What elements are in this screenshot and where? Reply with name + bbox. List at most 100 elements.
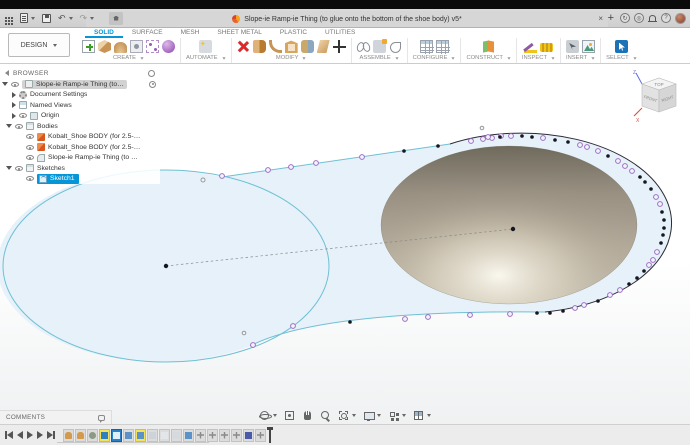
browser-item-body-1[interactable]: Kobalt_Shoe BODY (for 2.5-… bbox=[0, 132, 160, 143]
redo-button[interactable]: ↷ bbox=[80, 14, 95, 23]
display-settings-button[interactable] bbox=[363, 410, 381, 421]
browser-item-body-2[interactable]: Kobalt_Shoe BODY (for 2.5-… bbox=[0, 142, 160, 153]
orbit-button[interactable] bbox=[259, 410, 277, 421]
step-back-button[interactable] bbox=[17, 431, 23, 439]
measure-icon[interactable] bbox=[524, 40, 537, 53]
dome-center-point[interactable] bbox=[511, 227, 515, 231]
eye-icon[interactable] bbox=[15, 124, 23, 129]
play-button[interactable] bbox=[27, 431, 33, 439]
timeline-feature-move-11[interactable] bbox=[195, 429, 206, 442]
workspace-selector[interactable]: DESIGN bbox=[8, 33, 70, 57]
browser-item-document-settings[interactable]: Document Settings bbox=[0, 90, 160, 101]
expand-arrow-icon[interactable] bbox=[12, 102, 16, 108]
timeline-feature-move-13[interactable] bbox=[219, 429, 230, 442]
eye-icon[interactable] bbox=[15, 166, 23, 171]
step-forward-button[interactable] bbox=[37, 431, 43, 439]
browser-settings-gear-icon[interactable] bbox=[148, 70, 155, 77]
tab-solid[interactable]: SOLID bbox=[85, 28, 123, 38]
create-hole-icon[interactable] bbox=[130, 40, 143, 53]
eye-icon[interactable] bbox=[26, 134, 34, 139]
timeline-feature-fillet-9[interactable] bbox=[171, 429, 182, 442]
zoom-button[interactable] bbox=[320, 410, 331, 421]
select-cursor-icon[interactable] bbox=[615, 40, 628, 53]
group-label-automate[interactable]: AUTOMATE bbox=[186, 55, 226, 63]
group-label-modify[interactable]: MODIFY bbox=[276, 55, 307, 63]
eye-icon[interactable] bbox=[26, 145, 34, 150]
comments-bar[interactable]: COMMENTS bbox=[0, 410, 112, 424]
browser-item-sketch1[interactable]: Sketch1 bbox=[0, 174, 160, 185]
grids-snaps-button[interactable] bbox=[388, 410, 406, 421]
data-panel-icon[interactable] bbox=[5, 17, 7, 19]
tab-surface[interactable]: SURFACE bbox=[123, 28, 172, 38]
tab-plastic[interactable]: PLASTIC bbox=[271, 28, 316, 38]
move-icon[interactable] bbox=[333, 40, 346, 53]
job-status-icon[interactable]: ◎ bbox=[634, 13, 644, 23]
expand-arrow-icon[interactable] bbox=[6, 124, 12, 128]
eye-icon[interactable] bbox=[26, 155, 34, 160]
motion-link-icon[interactable] bbox=[389, 40, 402, 53]
browser-item-sketches[interactable]: Sketches bbox=[0, 163, 160, 174]
tab-sheet-metal[interactable]: SHEET METAL bbox=[208, 28, 271, 38]
component-activate-icon[interactable] bbox=[149, 81, 156, 88]
group-label-configure[interactable]: CONFIGURE bbox=[413, 55, 456, 63]
collapse-browser-icon[interactable] bbox=[5, 70, 9, 76]
expand-arrow-icon[interactable] bbox=[12, 92, 16, 98]
go-to-end-button[interactable] bbox=[47, 431, 55, 439]
sync-icon[interactable]: ↻ bbox=[620, 13, 630, 23]
save-button[interactable] bbox=[42, 14, 51, 23]
circle-center-point[interactable] bbox=[164, 264, 168, 268]
press-pull-icon[interactable] bbox=[253, 40, 266, 53]
group-label-create[interactable]: CREATE bbox=[113, 55, 144, 63]
timeline-feature-move-16[interactable] bbox=[255, 429, 266, 442]
offset-face-icon[interactable] bbox=[317, 40, 330, 53]
browser-item-root[interactable]: Slope-ie Ramp-ie Thing (to… bbox=[0, 79, 160, 90]
group-label-select[interactable]: SELECT bbox=[606, 55, 637, 63]
construction-plane-icon[interactable] bbox=[482, 40, 495, 53]
browser-item-origin[interactable]: Origin bbox=[0, 111, 160, 122]
fit-button[interactable] bbox=[338, 410, 356, 421]
interference-icon[interactable] bbox=[540, 43, 553, 52]
joint-icon[interactable] bbox=[357, 40, 370, 53]
home-icon[interactable] bbox=[109, 12, 123, 25]
configuration-table-icon[interactable] bbox=[420, 40, 433, 53]
create-form-icon[interactable] bbox=[114, 42, 127, 53]
browser-item-bodies[interactable]: Bodies bbox=[0, 121, 160, 132]
expand-arrow-icon[interactable] bbox=[2, 82, 8, 86]
expand-arrow-icon[interactable] bbox=[6, 166, 12, 170]
new-tab-button[interactable]: + bbox=[608, 13, 614, 24]
timeline-feature-sphere-2[interactable] bbox=[87, 429, 98, 442]
automate-icon[interactable] bbox=[199, 40, 212, 53]
pan-button[interactable] bbox=[302, 410, 313, 421]
notifications-bell-icon[interactable] bbox=[649, 15, 656, 21]
viewports-button[interactable] bbox=[413, 410, 431, 421]
model-viewport[interactable]: BROWSER Slope-ie Ramp-ie Thing (to… Docu… bbox=[0, 64, 690, 424]
close-tab-icon[interactable]: × bbox=[598, 15, 603, 23]
timeline-feature-fillet-7[interactable] bbox=[147, 429, 158, 442]
delete-icon[interactable] bbox=[237, 40, 250, 53]
timeline-position-marker[interactable] bbox=[269, 428, 271, 443]
timeline-feature-fillet-8[interactable] bbox=[159, 429, 170, 442]
shell-icon[interactable] bbox=[285, 40, 298, 53]
decal-icon[interactable] bbox=[566, 40, 579, 53]
canvas-image-icon[interactable] bbox=[582, 40, 595, 53]
browser-item-body-3[interactable]: Slope-ie Ramp-ie Thing (to … bbox=[0, 153, 160, 164]
undo-button[interactable]: ↶ bbox=[58, 14, 73, 23]
timeline-feature-extrude-10[interactable] bbox=[183, 429, 194, 442]
timeline-feature-move-12[interactable] bbox=[207, 429, 218, 442]
timeline-feature-sketch-4[interactable] bbox=[111, 429, 122, 442]
timeline-feature-extrude-6[interactable] bbox=[135, 429, 146, 442]
browser-item-named-views[interactable]: Named Views bbox=[0, 100, 160, 111]
configuration-theme-icon[interactable] bbox=[436, 40, 449, 53]
help-icon[interactable]: ? bbox=[661, 13, 671, 23]
view-cube[interactable]: Z X TOP FRONT RIGHT bbox=[632, 68, 684, 126]
create-box-icon[interactable] bbox=[98, 40, 111, 53]
create-pattern-icon[interactable] bbox=[146, 40, 159, 53]
eye-icon[interactable] bbox=[11, 82, 19, 87]
timeline-feature-combine-15[interactable] bbox=[243, 429, 254, 442]
file-menu-button[interactable] bbox=[20, 13, 35, 23]
timeline-feature-extrude-5[interactable] bbox=[123, 429, 134, 442]
tab-utilities[interactable]: UTILITIES bbox=[316, 28, 364, 38]
group-label-inspect[interactable]: INSPECT bbox=[522, 55, 555, 63]
expand-arrow-icon[interactable] bbox=[12, 113, 16, 119]
user-avatar[interactable] bbox=[675, 13, 686, 24]
